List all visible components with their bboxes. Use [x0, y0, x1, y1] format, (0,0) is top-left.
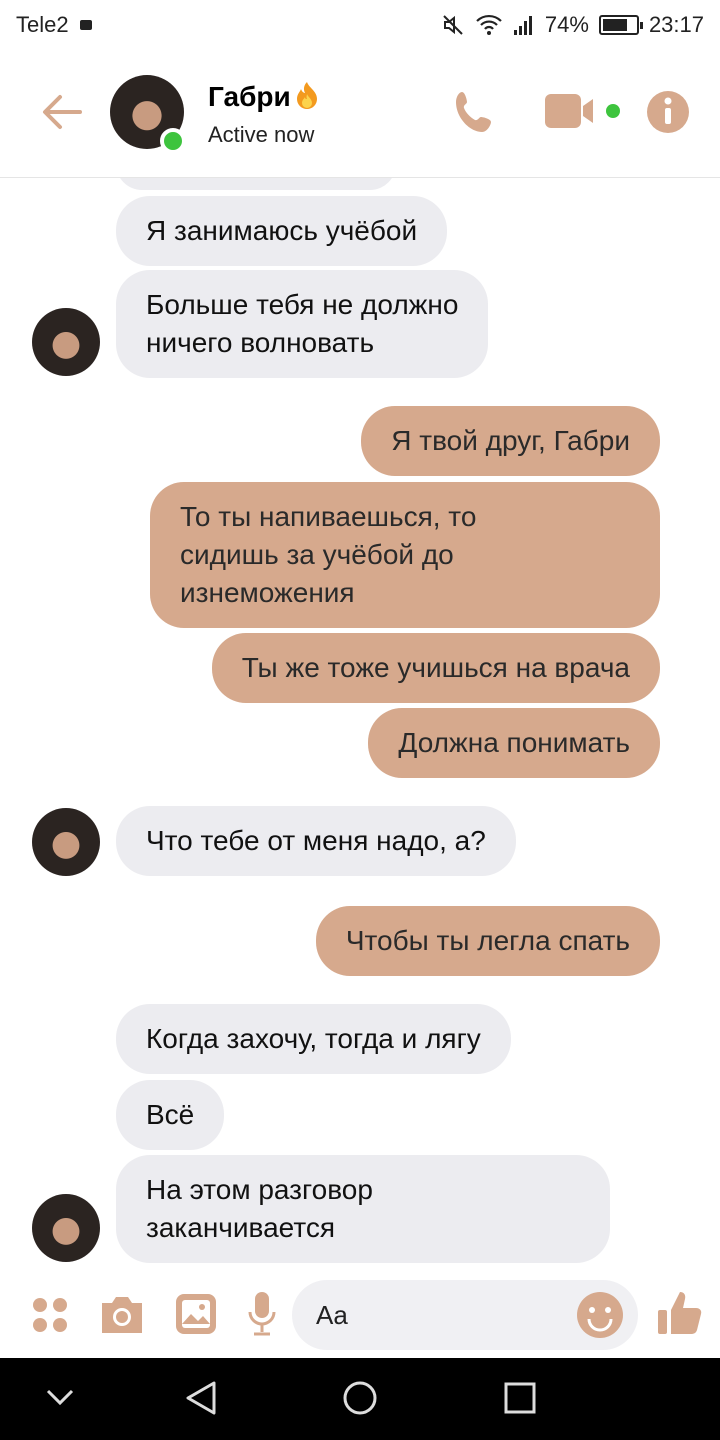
clock: 23:17: [648, 12, 704, 37]
battery-percent: 74%: [544, 12, 589, 37]
camera-icon[interactable]: [98, 1293, 146, 1337]
online-indicator: [160, 128, 186, 154]
wifi-icon: [476, 14, 502, 35]
info-icon[interactable]: [646, 90, 690, 134]
thumbs-up-icon[interactable]: [656, 1288, 704, 1338]
message-bubble-incoming[interactable]: Когда захочу, тогда и лягу: [116, 1004, 511, 1074]
composer-bar: Aa: [0, 1278, 720, 1358]
nav-recents-icon[interactable]: [503, 1381, 537, 1415]
message-bubble-incoming[interactable]: На этом разговор заканчивается: [116, 1155, 610, 1263]
message-input[interactable]: Aa: [292, 1280, 638, 1350]
message-bubble-incoming[interactable]: Я занимаюсь учёбой: [116, 196, 448, 266]
message-bubble-partial[interactable]: [116, 178, 396, 190]
message-input-placeholder: Aa: [316, 1300, 348, 1330]
microphone-icon[interactable]: [246, 1290, 278, 1338]
carrier-icon: [80, 20, 92, 30]
nav-back-icon[interactable]: [184, 1380, 218, 1416]
battery-icon: [598, 15, 643, 35]
phone-icon[interactable]: [452, 88, 500, 138]
sender-avatar[interactable]: [32, 1194, 100, 1262]
system-nav-bar: [0, 1358, 720, 1440]
nav-collapse-icon[interactable]: [46, 1388, 74, 1406]
message-list[interactable]: Я занимаюсь учёбой Больше тебя не должно…: [0, 178, 720, 1278]
carrier-label: Tele2: [16, 12, 69, 37]
conversation-header: Габри Active now: [0, 50, 720, 178]
message-bubble-incoming[interactable]: Всё: [116, 1080, 225, 1150]
signal-icon: [513, 16, 532, 35]
sender-avatar[interactable]: [32, 808, 100, 876]
contact-status: Active now: [208, 122, 315, 147]
emoji-icon[interactable]: [576, 1291, 624, 1339]
message-bubble-outgoing[interactable]: Я твой друг, Габри: [361, 406, 660, 476]
message-bubble-outgoing[interactable]: То ты напиваешься, то сидишь за учёбой д…: [150, 482, 660, 628]
message-bubble-outgoing[interactable]: Чтобы ты легла спать: [315, 906, 660, 976]
back-arrow-icon[interactable]: [40, 92, 84, 132]
status-icons: 74% 23:17: [441, 12, 704, 38]
sender-avatar[interactable]: [32, 308, 100, 376]
video-call-icon[interactable]: [545, 92, 625, 132]
nav-home-icon[interactable]: [342, 1380, 378, 1416]
message-bubble-incoming[interactable]: Что тебе от меня надо, а?: [116, 806, 516, 876]
fire-emoji-icon: [296, 82, 317, 109]
contact-name[interactable]: Габри: [208, 80, 321, 113]
gallery-icon[interactable]: [174, 1292, 218, 1336]
apps-icon[interactable]: [30, 1295, 70, 1335]
message-bubble-outgoing[interactable]: Ты же тоже учишься на врача: [211, 633, 660, 703]
message-bubble-outgoing[interactable]: Должна понимать: [368, 708, 660, 778]
message-bubble-incoming[interactable]: Больше тебя не должно ничего волновать: [116, 270, 489, 378]
status-bar: Tele2 74% 23:17: [0, 0, 720, 50]
mute-icon: [443, 15, 463, 35]
